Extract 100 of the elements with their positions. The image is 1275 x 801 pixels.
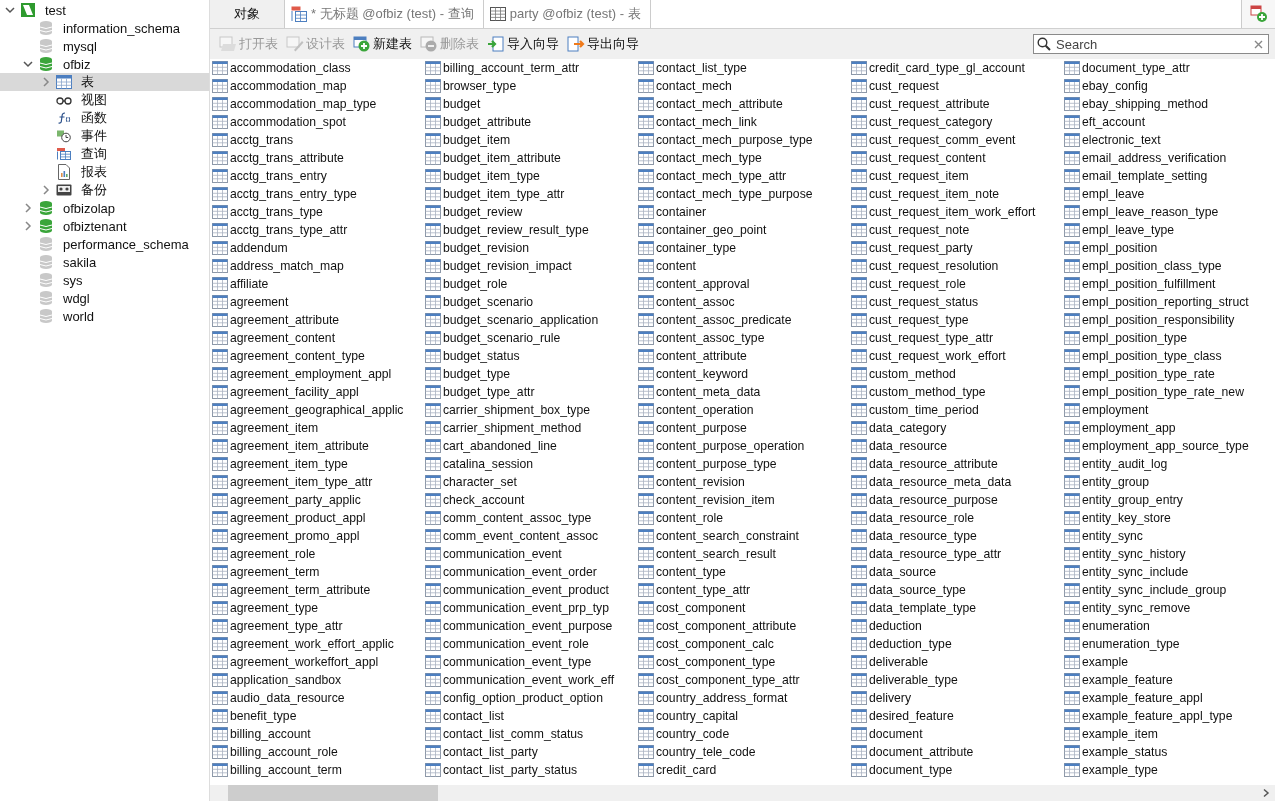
- table-list-item[interactable]: budget_revision: [425, 239, 638, 257]
- table-list-item[interactable]: carrier_shipment_box_type: [425, 401, 638, 419]
- table-list-item[interactable]: contact_list_type: [638, 59, 851, 77]
- table-list-item[interactable]: content_search_result: [638, 545, 851, 563]
- table-list-item[interactable]: cust_request_item_note: [851, 185, 1064, 203]
- new-tab-button[interactable]: [1241, 0, 1275, 28]
- table-list-item[interactable]: accommodation_map_type: [212, 95, 425, 113]
- table-list-item[interactable]: custom_time_period: [851, 401, 1064, 419]
- table-list-item[interactable]: agreement_item_attribute: [212, 437, 425, 455]
- table-list-item[interactable]: delivery: [851, 689, 1064, 707]
- table-list-item[interactable]: employment_app: [1064, 419, 1275, 437]
- table-list-item[interactable]: electronic_text: [1064, 131, 1275, 149]
- tree-item[interactable]: 报表: [0, 163, 209, 181]
- chevron-right-icon[interactable]: [40, 76, 52, 88]
- table-list-item[interactable]: ebay_config: [1064, 77, 1275, 95]
- table-list-item[interactable]: cost_component_type: [638, 653, 851, 671]
- table-list-item[interactable]: content_type_attr: [638, 581, 851, 599]
- table-list-item[interactable]: contact_list_party: [425, 743, 638, 761]
- table-list-item[interactable]: browser_type: [425, 77, 638, 95]
- chevron-right-icon[interactable]: [22, 220, 34, 232]
- table-list-item[interactable]: application_sandbox: [212, 671, 425, 689]
- table-list-item[interactable]: billing_account: [212, 725, 425, 743]
- table-list-item[interactable]: document_type_attr: [1064, 59, 1275, 77]
- table-list-item[interactable]: data_resource: [851, 437, 1064, 455]
- table-list-item[interactable]: agreement_role: [212, 545, 425, 563]
- table-list-item[interactable]: enumeration: [1064, 617, 1275, 635]
- table-list-item[interactable]: content: [638, 257, 851, 275]
- table-list-item[interactable]: communication_event_prp_typ: [425, 599, 638, 617]
- search-field[interactable]: Search: [1033, 34, 1269, 54]
- table-list-item[interactable]: cust_request_item_work_effort: [851, 203, 1064, 221]
- table-list-item[interactable]: content_purpose_operation: [638, 437, 851, 455]
- table-list-item[interactable]: content_assoc_predicate: [638, 311, 851, 329]
- toolbar-button[interactable]: 导出向导: [564, 33, 642, 55]
- table-list-item[interactable]: deliverable_type: [851, 671, 1064, 689]
- toolbar-button[interactable]: 导入向导: [484, 33, 562, 55]
- table-list-item[interactable]: billing_account_term: [212, 761, 425, 779]
- table-list-item[interactable]: cust_request_item: [851, 167, 1064, 185]
- table-list-item[interactable]: content_attribute: [638, 347, 851, 365]
- table-list-item[interactable]: example_item: [1064, 725, 1275, 743]
- table-list-item[interactable]: agreement_work_effort_applic: [212, 635, 425, 653]
- table-list-item[interactable]: content_keyword: [638, 365, 851, 383]
- table-list-item[interactable]: comm_content_assoc_type: [425, 509, 638, 527]
- table-list-item[interactable]: agreement: [212, 293, 425, 311]
- table-list-item[interactable]: comm_event_content_assoc: [425, 527, 638, 545]
- table-list-item[interactable]: cust_request_work_effort: [851, 347, 1064, 365]
- chevron-down-icon[interactable]: [22, 58, 34, 70]
- table-list-item[interactable]: agreement_party_applic: [212, 491, 425, 509]
- table-list-item[interactable]: data_resource_type_attr: [851, 545, 1064, 563]
- table-list-item[interactable]: communication_event_role: [425, 635, 638, 653]
- table-list-item[interactable]: data_resource_type: [851, 527, 1064, 545]
- table-list-item[interactable]: contact_mech_attribute: [638, 95, 851, 113]
- table-list-item[interactable]: content_purpose: [638, 419, 851, 437]
- table-list-item[interactable]: content_approval: [638, 275, 851, 293]
- table-list-item[interactable]: content_revision: [638, 473, 851, 491]
- table-list-item[interactable]: empl_position_fulfillment: [1064, 275, 1275, 293]
- table-list-item[interactable]: cust_request_content: [851, 149, 1064, 167]
- table-list-item[interactable]: billing_account_role: [212, 743, 425, 761]
- table-list-item[interactable]: content_role: [638, 509, 851, 527]
- chevron-down-icon[interactable]: [4, 4, 16, 16]
- table-list-item[interactable]: country_address_format: [638, 689, 851, 707]
- table-list-item[interactable]: data_template_type: [851, 599, 1064, 617]
- table-list-item[interactable]: employment_app_source_type: [1064, 437, 1275, 455]
- table-list-item[interactable]: agreement_geographical_applic: [212, 401, 425, 419]
- table-list-item[interactable]: agreement_content: [212, 329, 425, 347]
- table-list-item[interactable]: budget_type_attr: [425, 383, 638, 401]
- table-list-item[interactable]: contact_mech_type_attr: [638, 167, 851, 185]
- table-list-item[interactable]: data_resource_meta_data: [851, 473, 1064, 491]
- table-list-item[interactable]: accommodation_class: [212, 59, 425, 77]
- table-list-item[interactable]: content_search_constraint: [638, 527, 851, 545]
- table-list-item[interactable]: entity_sync: [1064, 527, 1275, 545]
- table-list-item[interactable]: cost_component_attribute: [638, 617, 851, 635]
- table-list-item[interactable]: cust_request_party: [851, 239, 1064, 257]
- tree-item[interactable]: ofbiz: [0, 55, 209, 73]
- table-list-item[interactable]: email_address_verification: [1064, 149, 1275, 167]
- table-list-item[interactable]: data_resource_attribute: [851, 455, 1064, 473]
- chevron-right-icon[interactable]: [22, 202, 34, 214]
- table-list-item[interactable]: cost_component_calc: [638, 635, 851, 653]
- table-list-item[interactable]: acctg_trans_entry: [212, 167, 425, 185]
- tree-item[interactable]: sakila: [0, 253, 209, 271]
- table-list-item[interactable]: budget_attribute: [425, 113, 638, 131]
- table-list-item[interactable]: addendum: [212, 239, 425, 257]
- tree-item[interactable]: 视图: [0, 91, 209, 109]
- table-list-item[interactable]: catalina_session: [425, 455, 638, 473]
- table-list-item[interactable]: document_attribute: [851, 743, 1064, 761]
- table-list-item[interactable]: container_type: [638, 239, 851, 257]
- table-list-item[interactable]: data_source: [851, 563, 1064, 581]
- table-list-item[interactable]: container_geo_point: [638, 221, 851, 239]
- table-list-item[interactable]: content_type: [638, 563, 851, 581]
- table-list-item[interactable]: budget_role: [425, 275, 638, 293]
- table-list-item[interactable]: cust_request_attribute: [851, 95, 1064, 113]
- tab[interactable]: 对象: [210, 0, 285, 28]
- table-list-item[interactable]: budget_item_type: [425, 167, 638, 185]
- table-list-item[interactable]: affiliate: [212, 275, 425, 293]
- table-list-item[interactable]: contact_list_party_status: [425, 761, 638, 779]
- table-list-item[interactable]: content_meta_data: [638, 383, 851, 401]
- tree-item[interactable]: sys: [0, 271, 209, 289]
- table-list-item[interactable]: deduction_type: [851, 635, 1064, 653]
- table-list-item[interactable]: accommodation_spot: [212, 113, 425, 131]
- table-list-item[interactable]: empl_position_type_rate_new: [1064, 383, 1275, 401]
- table-list-item[interactable]: address_match_map: [212, 257, 425, 275]
